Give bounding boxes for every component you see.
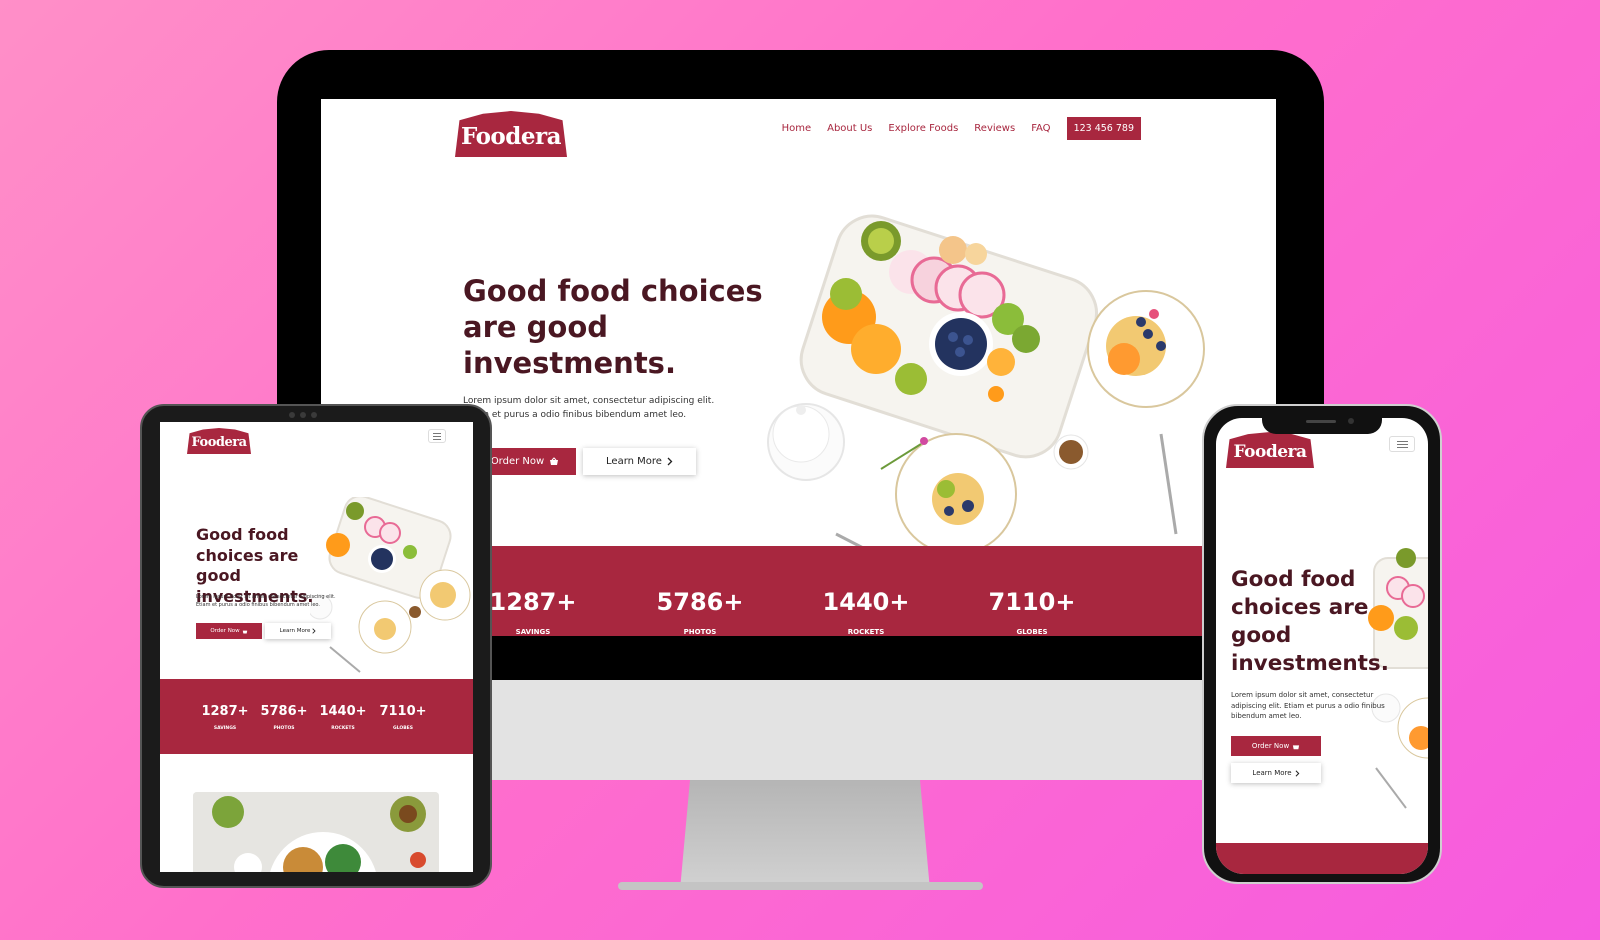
stat-rockets-label: ROCKETS [847, 628, 885, 636]
hero-paragraph: Lorem ipsum dolor sit amet, consectetur … [196, 594, 336, 608]
hero-title: Good food choices are good investments. [463, 274, 763, 380]
hero-paragraph: Lorem ipsum dolor sit amet, consectetur … [463, 396, 715, 420]
stat-globes-label: GLOBES [1016, 628, 1048, 636]
tablet-camera [289, 412, 317, 418]
nav-reviews[interactable]: Reviews [974, 123, 1015, 134]
chevron-right-icon [1295, 769, 1299, 777]
stat-savings-value: 1287+ [1292, 873, 1352, 874]
hero-paragraph: Lorem ipsum dolor sit amet, consectetur … [1231, 691, 1385, 720]
phone-camera [1348, 418, 1354, 424]
phone-button[interactable]: 123 456 789 [1066, 117, 1141, 140]
phone-speaker [1306, 420, 1336, 423]
salad-card-image [193, 792, 439, 872]
chevron-right-icon [312, 628, 316, 634]
learn-more-label: Learn More [1252, 769, 1292, 777]
phone-notch [1262, 412, 1382, 434]
order-now-label: Order Now [210, 628, 240, 634]
hamburger-menu-icon[interactable] [1389, 436, 1415, 452]
nav-explore-foods[interactable]: Explore Foods [888, 123, 958, 134]
monitor-foot [618, 882, 983, 890]
learn-more-button[interactable]: Learn More [1231, 763, 1321, 783]
nav-faq[interactable]: FAQ [1031, 123, 1050, 134]
order-now-label: Order Now [490, 456, 545, 467]
chevron-right-icon [667, 457, 673, 466]
learn-more-label: Learn More [279, 628, 311, 634]
foodera-logo[interactable]: Foodera [455, 111, 567, 157]
foodera-logo[interactable]: Foodera [187, 428, 251, 454]
order-now-label: Order Now [1251, 742, 1290, 750]
learn-more-button[interactable]: Learn More [583, 448, 696, 475]
nav-home[interactable]: Home [782, 123, 812, 134]
learn-more-button[interactable]: Learn More [265, 623, 331, 639]
stat-photos-value: 5786+ [656, 588, 744, 616]
stats-bar: 1287+ SAVINGS 5786+ PHOTOS 1440+ ROCKETS… [160, 679, 473, 754]
stats-bar: 1287+ [1216, 843, 1428, 874]
stat-globes-value: 7110+ [379, 704, 427, 719]
tablet-screen: Foodera Good food choices are good inves… [160, 422, 473, 872]
stat-rockets-value: 1440+ [822, 588, 910, 616]
basket-icon [550, 457, 559, 465]
stat-globes-value: 7110+ [988, 588, 1076, 616]
nav-about-us[interactable]: About Us [827, 123, 872, 134]
monitor-stand [680, 780, 930, 890]
hero-food-image [767, 214, 1205, 554]
basket-icon [242, 630, 247, 633]
learn-more-label: Learn More [606, 456, 662, 467]
main-nav: Home About Us Explore Foods Reviews FAQ … [782, 117, 1141, 140]
stat-photos-label: PHOTOS [683, 628, 717, 636]
basket-icon [1293, 744, 1300, 749]
order-now-button[interactable]: Order Now [1231, 736, 1321, 756]
foodera-logo[interactable]: Foodera [1226, 432, 1314, 468]
stat-globes-label: GLOBES [393, 726, 413, 731]
hero-title: Good food choices are good investments. [1231, 567, 1389, 676]
phone-screen: Foodera Good food choices are good inves… [1216, 418, 1428, 874]
order-now-button[interactable]: Order Now [196, 623, 262, 639]
hamburger-menu-icon[interactable] [428, 429, 446, 443]
